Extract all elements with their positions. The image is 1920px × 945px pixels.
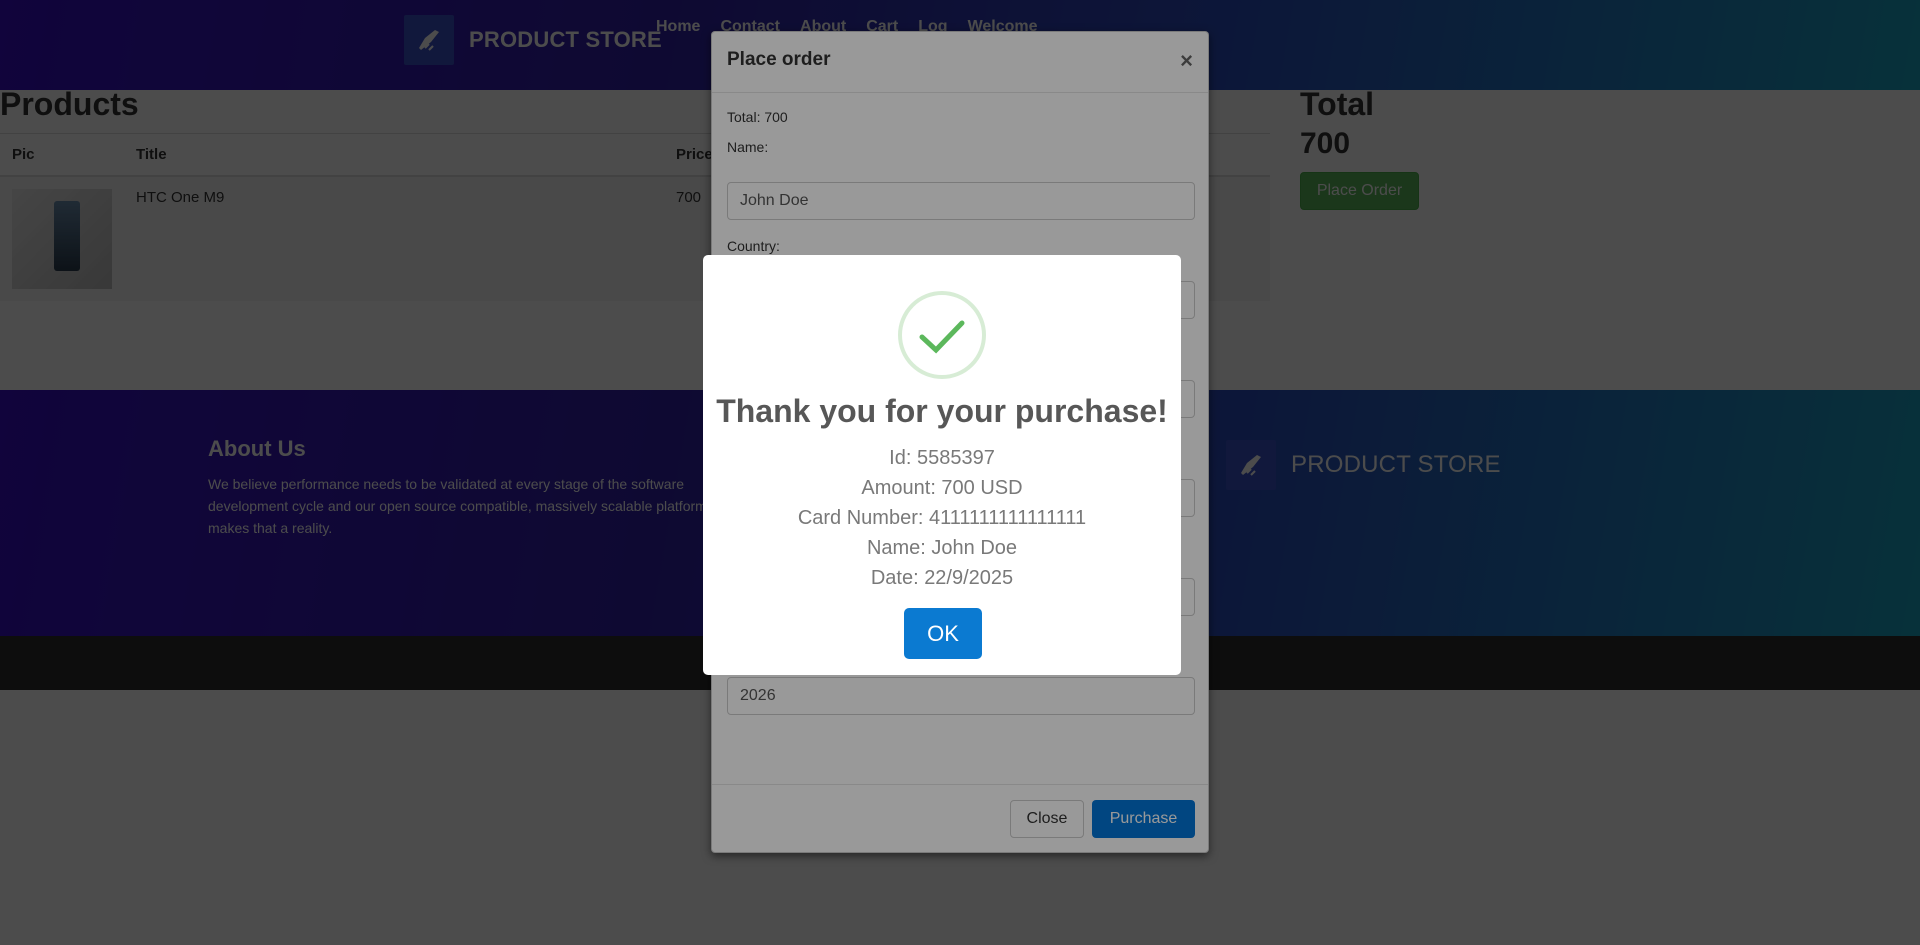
order-id: Id: 5585397 — [889, 447, 995, 469]
order-amount: Amount: 700 USD — [861, 477, 1023, 499]
success-check-icon — [898, 291, 986, 379]
purchase-success-alert: Thank you for your purchase! Id: 5585397… — [703, 255, 1181, 675]
order-date: Date: 22/9/2025 — [870, 567, 1014, 589]
alert-title: Thank you for your purchase! — [716, 393, 1168, 429]
order-name: Name: John Doe — [866, 537, 1018, 559]
alert-details: Id: 5585397 Amount: 700 USD Card Number:… — [703, 443, 1181, 593]
ok-button[interactable]: OK — [904, 608, 982, 659]
order-card-number: Card Number: 4111111111111111 — [797, 507, 1087, 529]
